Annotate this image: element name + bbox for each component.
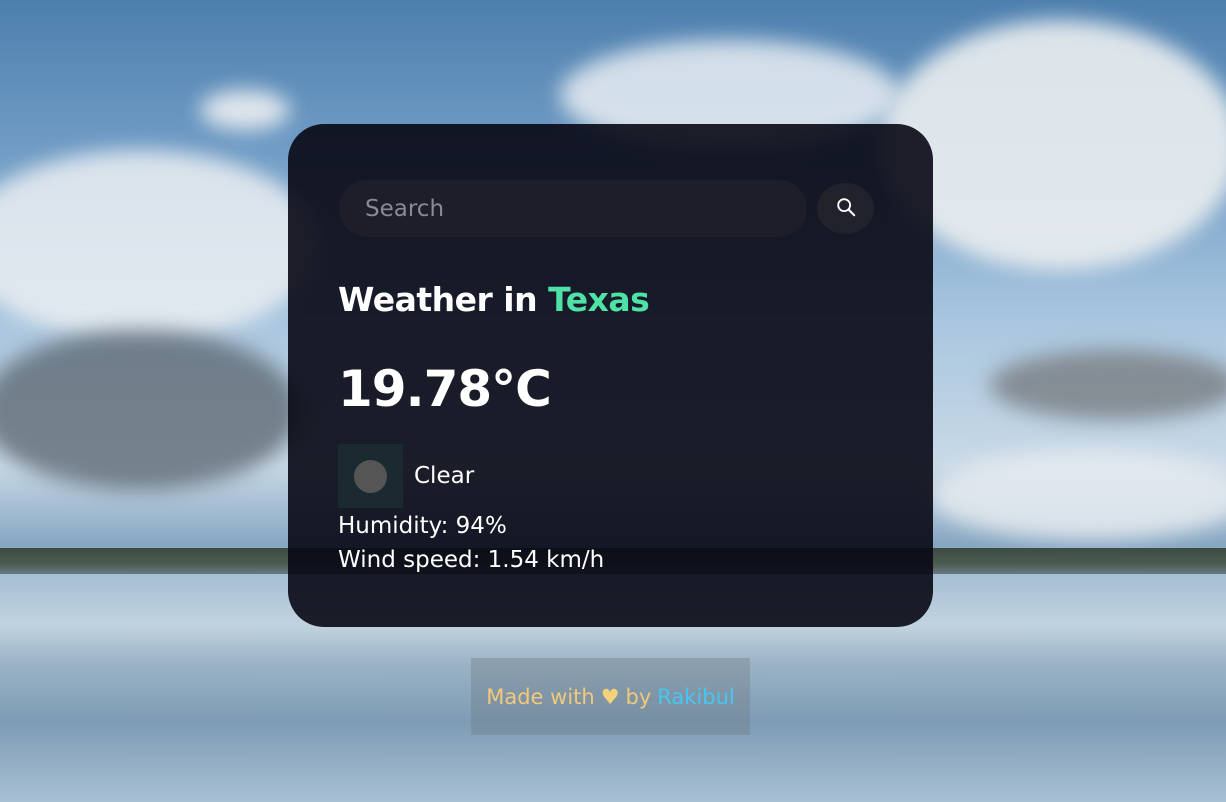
background-cloud xyxy=(990,350,1226,420)
weather-condition-icon xyxy=(338,444,403,508)
heart-icon: ♥ xyxy=(600,684,620,709)
city-name: Texas xyxy=(548,280,650,319)
author-link[interactable]: Rakibul xyxy=(657,685,734,709)
search-icon xyxy=(835,196,857,222)
background-cloud xyxy=(0,150,320,340)
search-input[interactable] xyxy=(339,180,807,237)
footer-credit: Made with ♥ by Rakibul xyxy=(471,658,750,735)
search-bar xyxy=(339,180,874,237)
weather-title: Weather in Texas xyxy=(338,280,650,319)
temperature: 19.78°C xyxy=(338,360,552,418)
search-button[interactable] xyxy=(817,183,874,234)
wind-speed: Wind speed: 1.54 km/h xyxy=(338,547,605,573)
title-prefix: Weather in xyxy=(338,280,538,319)
footer-by: by xyxy=(625,684,652,709)
humidity: Humidity: 94% xyxy=(338,513,507,539)
condition-text: Clear xyxy=(414,463,475,489)
condition-row: Clear xyxy=(338,444,474,508)
background-cloud xyxy=(930,450,1226,540)
background-cloud xyxy=(0,330,300,490)
background-cloud xyxy=(200,90,290,130)
footer-made-with: Made with xyxy=(486,684,595,709)
weather-card: Weather in Texas 19.78°C Clear Humidity:… xyxy=(288,124,933,627)
